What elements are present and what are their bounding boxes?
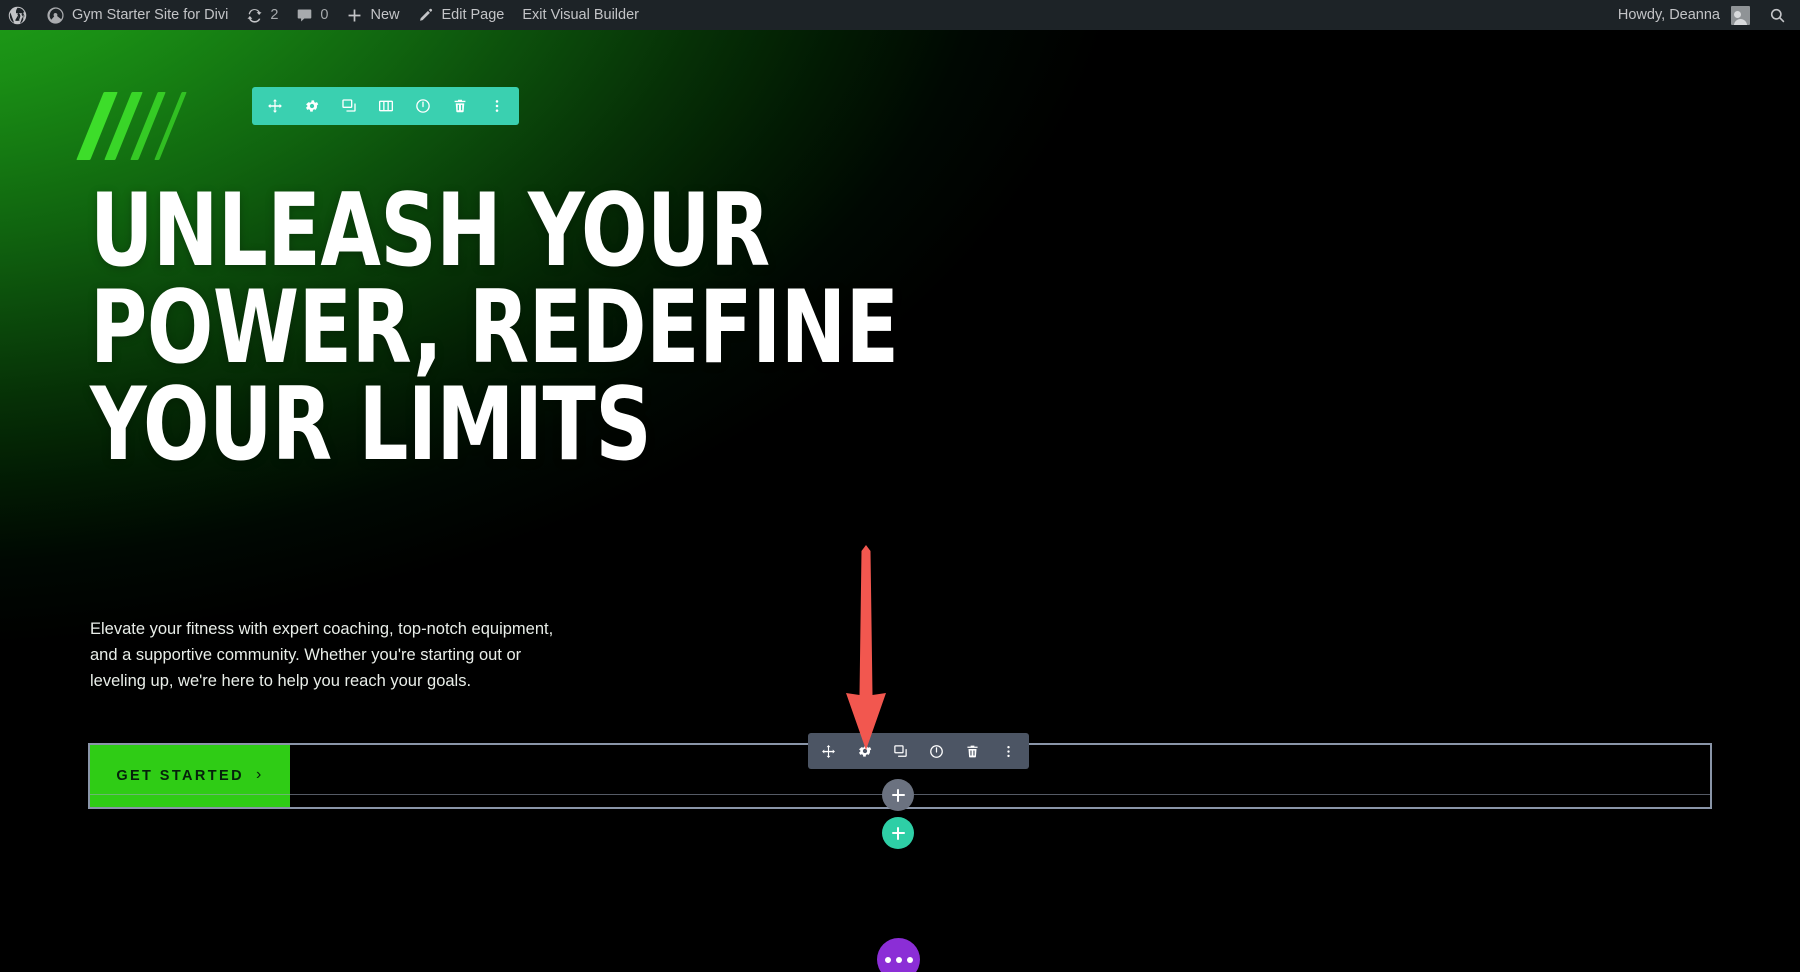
disable-module-icon[interactable] — [922, 733, 951, 769]
site-name-label: Gym Starter Site for Divi — [72, 6, 229, 23]
section-toolbar[interactable] — [252, 87, 519, 125]
site-name-menu[interactable]: Gym Starter Site for Divi — [37, 0, 237, 30]
wordpress-logo-icon — [7, 5, 28, 26]
comments-menu[interactable]: 0 — [287, 0, 337, 30]
admin-bar-search-button[interactable] — [1759, 0, 1800, 30]
plus-icon — [891, 788, 905, 802]
comments-count: 0 — [320, 6, 329, 23]
dot-icon — [884, 956, 891, 963]
exit-visual-builder-menu[interactable]: Exit Visual Builder — [513, 0, 648, 30]
wp-admin-bar: Gym Starter Site for Divi 2 0 New Edit P… — [0, 0, 1800, 30]
avatar — [1731, 5, 1750, 25]
red-down-arrow-icon — [846, 545, 886, 750]
hero-section[interactable]: UNLEASH YOUR POWER, REDEFINE YOUR LIMITS… — [0, 30, 1800, 972]
plus-icon — [891, 826, 905, 840]
updates-count: 2 — [270, 6, 279, 23]
get-started-button[interactable]: GET STARTED › — [90, 745, 290, 807]
plus-icon — [346, 7, 363, 24]
more-options-icon[interactable] — [482, 87, 511, 125]
pencil-icon — [417, 7, 434, 24]
settings-gear-icon[interactable] — [297, 87, 326, 125]
move-module-icon[interactable] — [814, 733, 843, 769]
column-layout-icon[interactable] — [371, 87, 400, 125]
delete-section-icon[interactable] — [445, 87, 474, 125]
updates-icon — [246, 7, 263, 24]
move-section-icon[interactable] — [260, 87, 289, 125]
diagonal-slashes-icon — [76, 92, 198, 160]
howdy-label: Howdy, Deanna — [1617, 6, 1720, 23]
module-toolbar[interactable] — [808, 733, 1029, 769]
chevron-right-icon: › — [255, 766, 264, 783]
page-title: UNLEASH YOUR POWER, REDEFINE YOUR LIMITS — [90, 171, 899, 483]
comments-icon — [296, 7, 313, 24]
search-icon — [1769, 7, 1786, 24]
visual-builder-canvas: UNLEASH YOUR POWER, REDEFINE YOUR LIMITS… — [0, 30, 1800, 972]
add-row-button[interactable] — [882, 779, 914, 811]
new-content-menu[interactable]: New — [337, 0, 408, 30]
dashboard-icon — [46, 6, 65, 25]
edit-page-menu[interactable]: Edit Page — [408, 0, 513, 30]
new-label: New — [370, 6, 400, 23]
more-options-icon[interactable] — [994, 733, 1023, 769]
page-settings-button[interactable] — [877, 938, 920, 972]
settings-gear-icon[interactable] — [850, 733, 879, 769]
delete-module-icon[interactable] — [958, 733, 987, 769]
exit-visual-builder-label: Exit Visual Builder — [522, 6, 639, 23]
dot-icon — [895, 956, 902, 963]
hero-paragraph: Elevate your fitness with expert coachin… — [90, 620, 554, 690]
updates-menu[interactable]: 2 — [237, 0, 287, 30]
my-account-menu[interactable]: Howdy, Deanna — [1609, 0, 1759, 30]
disable-section-icon[interactable] — [408, 87, 437, 125]
edit-page-label: Edit Page — [441, 6, 505, 23]
duplicate-module-icon[interactable] — [886, 733, 915, 769]
wp-logo-menu[interactable] — [0, 0, 37, 30]
duplicate-section-icon[interactable] — [334, 87, 363, 125]
add-section-button[interactable] — [882, 817, 914, 849]
get-started-label: GET STARTED — [116, 768, 244, 784]
dot-icon — [906, 956, 913, 963]
